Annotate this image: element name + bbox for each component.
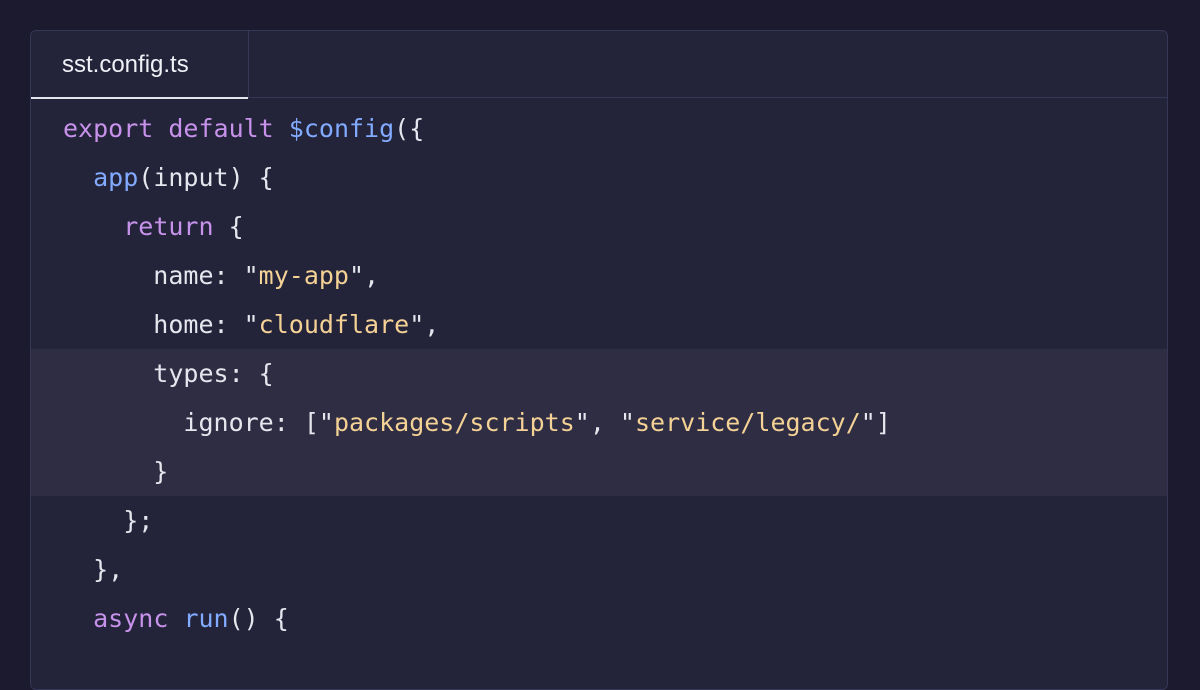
code-token: }, — [63, 555, 124, 584]
code-line: return { — [31, 202, 1167, 251]
code-line: export default $config({ — [31, 104, 1167, 153]
code-token: (input) { — [138, 163, 274, 192]
code-token: packages/scripts — [333, 408, 575, 437]
code-token: return — [123, 212, 214, 241]
code-line: name: "my-app", — [31, 251, 1167, 300]
code-token: my-app — [258, 261, 349, 290]
code-token: name: " — [63, 261, 259, 290]
code-token: export — [63, 114, 154, 143]
code-token: "] — [860, 408, 891, 437]
code-line: ignore: ["packages/scripts", "service/le… — [31, 398, 1167, 447]
code-token: ignore: [" — [63, 408, 334, 437]
tab-bar: sst.config.ts — [31, 31, 1167, 99]
code-token: run — [183, 604, 229, 633]
code-token: { — [213, 212, 244, 241]
code-line: }; — [31, 496, 1167, 545]
code-token: types: { — [63, 359, 274, 388]
code-token: } — [63, 457, 169, 486]
code-token: () { — [228, 604, 289, 633]
code-line: } — [31, 447, 1167, 496]
code-line: app(input) { — [31, 153, 1167, 202]
code-line: async run() { — [31, 594, 1167, 643]
code-token: ", — [348, 261, 380, 290]
code-token: home: " — [63, 310, 259, 339]
code-window: sst.config.ts export default $config({ a… — [30, 30, 1168, 690]
code-token: cloudflare — [258, 310, 410, 339]
code-token: app — [93, 163, 139, 192]
tab-sst-config[interactable]: sst.config.ts — [31, 31, 249, 99]
code-token: async — [93, 604, 169, 633]
code-line: }, — [31, 545, 1167, 594]
code-token: ({ — [394, 114, 425, 143]
code-token: $config — [288, 114, 395, 143]
code-token: ", — [409, 310, 440, 339]
code-line: home: "cloudflare", — [31, 300, 1167, 349]
code-token: }; — [63, 506, 154, 535]
code-token: service/legacy/ — [634, 408, 861, 437]
tab-label: sst.config.ts — [62, 50, 189, 78]
code-token: default — [168, 114, 274, 143]
code-token: ", " — [574, 408, 635, 437]
code-line: types: { — [31, 349, 1167, 398]
